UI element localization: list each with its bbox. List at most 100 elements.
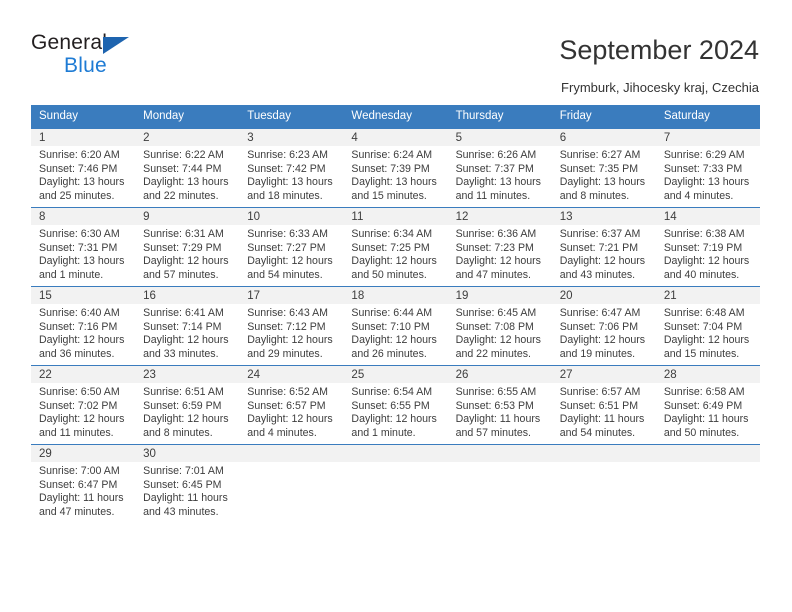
triangle-flag-icon	[103, 37, 129, 54]
calendar-day-cell[interactable]: 7 Sunrise: 6:29 AM Sunset: 7:33 PM Daylight…	[655, 128, 760, 208]
calendar-day-cell[interactable]: 2 Sunrise: 6:22 AM Sunset: 7:44 PM Daylight…	[135, 128, 240, 208]
day-number: 7	[655, 129, 760, 146]
calendar-day-cell[interactable]: 12 Sunrise: 6:36 AM Sunset: 7:23 PM Dayligh…	[447, 207, 552, 287]
day-details: Sunrise: 6:45 AM Sunset: 7:08 PM Daylight:…	[448, 304, 552, 361]
day-number: 10	[239, 208, 344, 225]
day-cell-inner: 10 Sunrise: 6:33 AM Sunset: 7:27 PM Dayligh…	[239, 208, 344, 286]
day-number: 6	[551, 129, 656, 146]
sunrise-text: Sunrise: 6:50 AM	[39, 386, 120, 398]
daylight-text-line2: and 15 minutes.	[663, 347, 740, 360]
calendar-day-cell[interactable]	[239, 444, 344, 523]
daylight-text-line2: and 1 minute.	[351, 426, 416, 439]
calendar-day-cell[interactable]: 25 Sunrise: 6:54 AM Sunset: 6:55 PM Dayligh…	[343, 365, 448, 445]
calendar-day-cell[interactable]: 17 Sunrise: 6:43 AM Sunset: 7:12 PM Dayligh…	[239, 286, 344, 366]
calendar-day-cell[interactable]: 4 Sunrise: 6:24 AM Sunset: 7:39 PM Daylight…	[343, 128, 448, 208]
calendar-day-cell[interactable]: 18 Sunrise: 6:44 AM Sunset: 7:10 PM Dayligh…	[343, 286, 448, 366]
calendar-day-cell[interactable]	[655, 444, 760, 523]
daylight-text-line2: and 54 minutes.	[247, 268, 323, 281]
calendar-day-cell[interactable]: 3 Sunrise: 6:23 AM Sunset: 7:42 PM Daylight…	[239, 128, 344, 208]
calendar-day-cell[interactable]: 9 Sunrise: 6:31 AM Sunset: 7:29 PM Daylight…	[135, 207, 240, 287]
calendar-day-cell[interactable]: 24 Sunrise: 6:52 AM Sunset: 6:57 PM Dayligh…	[239, 365, 344, 445]
day-number: 13	[551, 208, 656, 225]
sunset-text: Sunset: 7:06 PM	[559, 320, 639, 333]
calendar-day-cell[interactable]: 29 Sunrise: 7:00 AM Sunset: 6:47 PM Dayligh…	[31, 444, 136, 523]
sunrise-text: Sunrise: 6:26 AM	[455, 149, 537, 161]
daylight-text-line2: and 18 minutes.	[247, 189, 323, 202]
sunset-text: Sunset: 7:37 PM	[455, 162, 534, 175]
daylight-text-line1: Daylight: 12 hours	[247, 413, 333, 426]
day-details: Sunrise: 6:31 AM Sunset: 7:29 PM Daylight:…	[135, 225, 239, 282]
daylight-text-line1: Daylight: 11 hours	[559, 413, 645, 426]
calendar-day-cell[interactable]: 30 Sunrise: 7:01 AM Sunset: 6:45 PM Dayligh…	[135, 444, 240, 523]
sunset-text: Sunset: 7:10 PM	[351, 320, 430, 333]
calendar-day-cell[interactable]: 14 Sunrise: 6:38 AM Sunset: 7:19 PM Dayligh…	[655, 207, 760, 287]
logo-text-blue: Blue	[64, 54, 107, 77]
page-subtitle: Frymburk, Jihocesky kraj, Czechia	[561, 80, 759, 95]
calendar-day-cell[interactable]: 6 Sunrise: 6:27 AM Sunset: 7:35 PM Daylight…	[551, 128, 656, 208]
day-number: 23	[135, 366, 240, 383]
calendar-day-cell[interactable]: 22 Sunrise: 6:50 AM Sunset: 7:02 PM Dayligh…	[31, 365, 136, 445]
daylight-text-line2: and 57 minutes.	[455, 426, 531, 439]
sunset-text: Sunset: 6:53 PM	[455, 399, 534, 412]
calendar-day-cell[interactable]: 27 Sunrise: 6:57 AM Sunset: 6:51 PM Dayligh…	[551, 365, 656, 445]
daylight-text-line1: Daylight: 12 hours	[559, 255, 646, 268]
day-cell-inner: 30 Sunrise: 7:01 AM Sunset: 6:45 PM Dayligh…	[135, 445, 240, 523]
daylight-text-line1: Daylight: 12 hours	[663, 334, 750, 347]
calendar-day-cell[interactable]: 23 Sunrise: 6:51 AM Sunset: 6:59 PM Dayligh…	[135, 365, 240, 445]
calendar-day-cell[interactable]: 20 Sunrise: 6:47 AM Sunset: 7:06 PM Dayligh…	[551, 286, 656, 366]
calendar-day-cell[interactable]: 19 Sunrise: 6:45 AM Sunset: 7:08 PM Dayligh…	[447, 286, 552, 366]
calendar-day-cell[interactable]	[551, 444, 656, 523]
daylight-text-line1: Daylight: 13 hours	[455, 176, 541, 189]
sunrise-text: Sunrise: 6:43 AM	[247, 307, 328, 319]
day-details: Sunrise: 6:52 AM Sunset: 6:57 PM Daylight:…	[239, 383, 343, 440]
calendar-day-cell[interactable]: 5 Sunrise: 6:26 AM Sunset: 7:37 PM Daylight…	[447, 128, 552, 208]
calendar-day-cell[interactable]: 11 Sunrise: 6:34 AM Sunset: 7:25 PM Dayligh…	[343, 207, 448, 287]
sunset-text: Sunset: 7:31 PM	[39, 241, 118, 254]
sunrise-text: Sunrise: 6:37 AM	[559, 228, 641, 240]
sunrise-text: Sunrise: 7:01 AM	[143, 465, 224, 477]
calendar-day-cell[interactable]: 26 Sunrise: 6:55 AM Sunset: 6:53 PM Dayligh…	[447, 365, 552, 445]
weekday-header-monday: Monday	[135, 105, 240, 129]
sunset-text: Sunset: 7:04 PM	[663, 320, 743, 333]
calendar-day-cell[interactable]: 28 Sunrise: 6:58 AM Sunset: 6:49 PM Dayligh…	[655, 365, 760, 445]
sunset-text: Sunset: 7:14 PM	[143, 320, 222, 333]
sunrise-text: Sunrise: 6:33 AM	[247, 228, 328, 240]
sunset-text: Sunset: 7:42 PM	[247, 162, 326, 175]
day-details: Sunrise: 6:55 AM Sunset: 6:53 PM Daylight:…	[448, 383, 552, 440]
day-number: 12	[447, 208, 552, 225]
daylight-text-line1: Daylight: 12 hours	[39, 334, 125, 347]
calendar-day-cell[interactable]	[343, 444, 448, 523]
calendar-day-cell[interactable]: 21 Sunrise: 6:48 AM Sunset: 7:04 PM Dayligh…	[655, 286, 760, 366]
daylight-text-line2: and 36 minutes.	[39, 347, 115, 360]
daylight-text-line2: and 26 minutes.	[351, 347, 427, 360]
calendar-week-row: 1 Sunrise: 6:20 AM Sunset: 7:46 PM Daylight…	[31, 128, 760, 208]
sunset-text: Sunset: 7:29 PM	[143, 241, 222, 254]
sunrise-text: Sunrise: 6:45 AM	[455, 307, 537, 319]
day-number: 11	[343, 208, 448, 225]
day-number: 2	[135, 129, 240, 146]
calendar-day-cell[interactable]: 8 Sunrise: 6:30 AM Sunset: 7:31 PM Daylight…	[31, 207, 136, 287]
calendar-day-cell[interactable]: 1 Sunrise: 6:20 AM Sunset: 7:46 PM Daylight…	[31, 128, 136, 208]
sunrise-text: Sunrise: 6:38 AM	[663, 228, 745, 240]
sunset-text: Sunset: 7:25 PM	[351, 241, 430, 254]
daylight-text-line1: Daylight: 12 hours	[351, 413, 437, 426]
sunset-text: Sunset: 6:45 PM	[143, 478, 222, 491]
day-cell-inner: 3 Sunrise: 6:23 AM Sunset: 7:42 PM Daylight…	[239, 129, 344, 207]
day-details: Sunrise: 6:29 AM Sunset: 7:33 PM Daylight:…	[656, 146, 760, 203]
calendar-body: 1 Sunrise: 6:20 AM Sunset: 7:46 PM Daylight…	[31, 128, 760, 523]
daylight-text-line1: Daylight: 13 hours	[39, 176, 125, 189]
day-cell-inner	[551, 445, 656, 523]
sunrise-text: Sunrise: 6:27 AM	[559, 149, 641, 161]
logo-text-general: General	[31, 31, 108, 54]
calendar-day-cell[interactable]: 10 Sunrise: 6:33 AM Sunset: 7:27 PM Dayligh…	[239, 207, 344, 287]
calendar-day-cell[interactable]: 16 Sunrise: 6:41 AM Sunset: 7:14 PM Dayligh…	[135, 286, 240, 366]
daylight-text-line2: and 15 minutes.	[351, 189, 427, 202]
daylight-text-line1: Daylight: 11 hours	[663, 413, 749, 426]
day-number: 1	[31, 129, 136, 146]
day-cell-inner: 1 Sunrise: 6:20 AM Sunset: 7:46 PM Daylight…	[31, 129, 136, 207]
calendar-day-cell[interactable]	[447, 444, 552, 523]
calendar-day-cell[interactable]: 13 Sunrise: 6:37 AM Sunset: 7:21 PM Dayligh…	[551, 207, 656, 287]
calendar-day-cell[interactable]: 15 Sunrise: 6:40 AM Sunset: 7:16 PM Dayligh…	[31, 286, 136, 366]
day-number	[239, 445, 344, 462]
day-number: 27	[551, 366, 656, 383]
